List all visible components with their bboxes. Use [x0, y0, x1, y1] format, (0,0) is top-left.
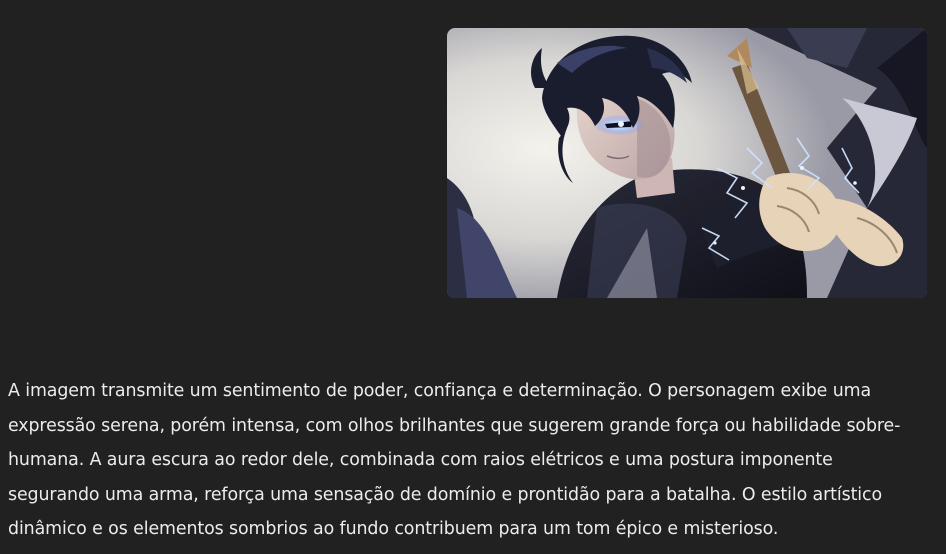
- assistant-response-text: A imagem transmite um sentimento de pode…: [8, 381, 901, 539]
- chat-area: A imagem transmite um sentimento de pode…: [0, 0, 946, 554]
- user-attached-image[interactable]: [447, 28, 927, 298]
- anime-illustration: [447, 28, 927, 298]
